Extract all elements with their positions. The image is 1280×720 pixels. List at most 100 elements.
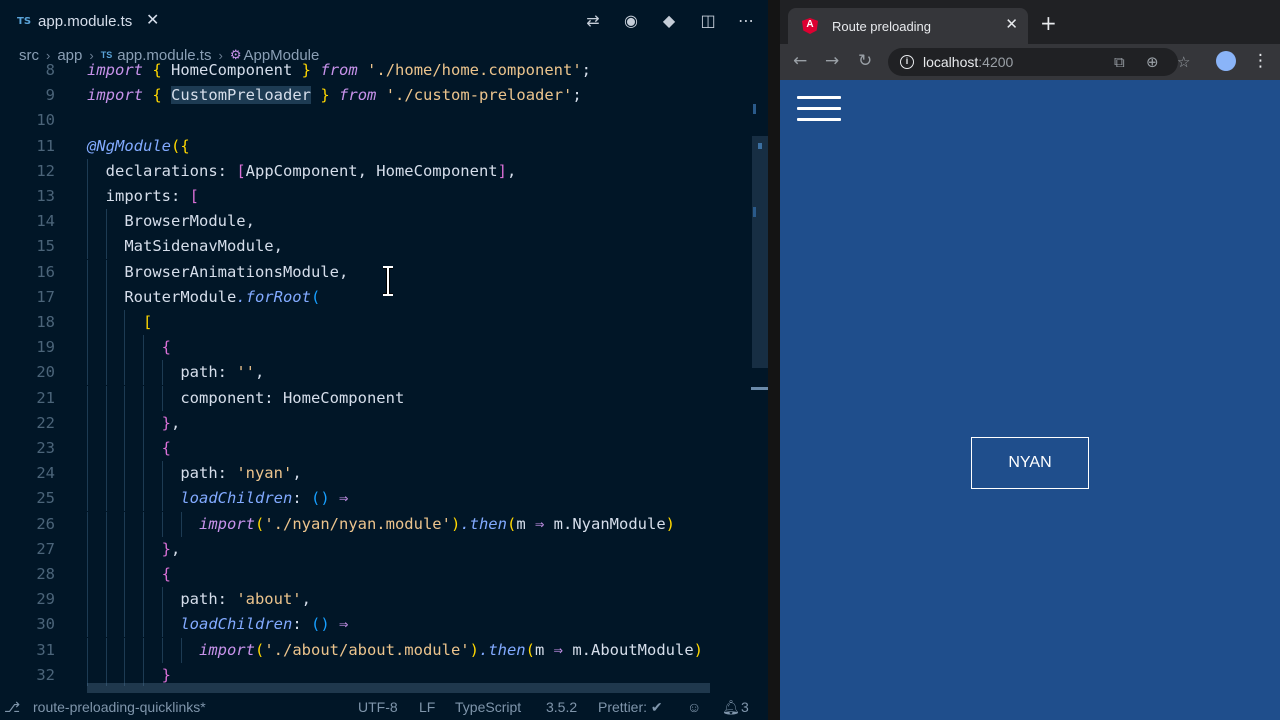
code-text: import('./about/about.module').then(m ⇒ … (198, 640, 704, 659)
code-text: import { CustomPreloader } from './custo… (87, 86, 582, 105)
code-line[interactable]: 27 }, (0, 536, 768, 562)
line-number: 31 (36, 640, 55, 659)
code-line[interactable]: 24 path: 'nyan', (0, 461, 768, 487)
code-line[interactable]: 12 declarations: [AppComponent, HomeComp… (0, 158, 768, 184)
notification-count[interactable]: 3 (741, 699, 749, 715)
window-divider (768, 0, 780, 720)
status-encoding[interactable]: UTF-8 (358, 699, 398, 715)
line-number: 12 (36, 161, 55, 180)
web-page: NYAN (780, 80, 1280, 720)
code-text: path: 'nyan', (87, 464, 302, 483)
forward-icon[interactable]: → (825, 50, 839, 72)
url-port: :4200 (978, 54, 1014, 70)
text-cursor-icon (383, 266, 393, 296)
code-text: BrowserModule, (87, 212, 255, 231)
bookmark-star-icon[interactable]: ☆ (1177, 52, 1190, 72)
code-text: loadChildren: () ⇒ (180, 615, 349, 634)
line-number: 22 (36, 413, 55, 432)
profile-avatar[interactable] (1216, 51, 1236, 71)
editor-tab-bar: TS app.module.ts ✕ ⇄ ◉ ◆ ◫ ⋯ (0, 0, 768, 42)
code-line[interactable]: 10 (0, 108, 768, 133)
browser-menu-icon[interactable]: ⋮ (1252, 49, 1269, 73)
code-text: loadChildren: () ⇒ (180, 489, 349, 508)
status-language[interactable]: TypeScript (455, 699, 521, 715)
code-line[interactable]: 8 import { HomeComponent } from './home/h… (0, 58, 768, 83)
code-line[interactable]: 31 import('./about/about.module').then(m… (0, 637, 768, 663)
code-area[interactable]: 8 import { HomeComponent } from './home/h… (0, 58, 768, 686)
horizontal-scrollbar[interactable] (87, 683, 710, 693)
line-number: 8 (45, 61, 55, 79)
git-icon[interactable]: ◆ (658, 10, 680, 32)
line-number: 23 (36, 439, 55, 457)
browser-window: A Route preloading ✕ + ← → ↻ i localhost… (780, 0, 1280, 720)
line-number: 24 (36, 464, 55, 483)
status-eol[interactable]: LF (419, 699, 435, 715)
status-prettier[interactable]: Prettier: ✔ (598, 699, 663, 716)
site-info-icon[interactable]: i (900, 55, 914, 69)
line-number: 13 (36, 187, 55, 205)
more-icon[interactable]: ⋯ (735, 10, 757, 32)
line-number: 32 (36, 665, 55, 684)
code-text: RouterModule.forRoot( (87, 287, 321, 306)
code-text: BrowserAnimationsModule, (87, 262, 349, 281)
code-line[interactable]: 29 path: 'about', (0, 587, 768, 613)
browser-tab[interactable]: A Route preloading ✕ (788, 8, 1028, 44)
code-line[interactable]: 21 component: HomeComponent (0, 385, 768, 411)
code-line[interactable]: 25 loadChildren: () ⇒ (0, 486, 768, 512)
status-bar: ⎇ route-preloading-quicklinks* UTF-8 LF … (0, 696, 768, 720)
line-number: 30 (36, 615, 55, 634)
reload-icon[interactable]: ↻ (858, 50, 872, 72)
line-number: 11 (36, 136, 55, 155)
code-line[interactable]: 19 { (0, 335, 768, 361)
line-number: 19 (36, 338, 55, 357)
code-text: import('./nyan/nyan.module').then(m ⇒ m.… (198, 514, 676, 533)
typescript-file-icon: TS (17, 15, 32, 27)
eye-icon[interactable]: ◉ (620, 10, 642, 32)
new-tab-icon[interactable]: + (1040, 12, 1057, 34)
overview-ruler (751, 68, 768, 686)
line-number: 10 (36, 111, 55, 130)
code-line[interactable]: 30 loadChildren: () ⇒ (0, 612, 768, 638)
line-number: 9 (45, 86, 55, 105)
code-line[interactable]: 26 import('./nyan/nyan.module').then(m ⇒… (0, 511, 768, 537)
status-branch[interactable]: route-preloading-quicklinks* (33, 699, 206, 715)
back-icon[interactable]: ← (793, 50, 807, 72)
tab-filename: app.module.ts (38, 12, 133, 30)
line-number: 21 (36, 388, 55, 407)
code-line[interactable]: 23 { (0, 436, 768, 461)
code-line[interactable]: 14 BrowserModule, (0, 209, 768, 235)
code-line[interactable]: 20 path: '', (0, 360, 768, 386)
browser-tab-title: Route preloading (832, 18, 932, 34)
code-line[interactable]: 11 @NgModule({ (0, 134, 768, 159)
code-text: [ (143, 313, 153, 331)
feedback-smiley-icon[interactable]: ☺ (687, 699, 701, 715)
hamburger-menu-icon[interactable] (797, 96, 841, 122)
code-text: }, (161, 539, 181, 558)
nyan-button[interactable]: NYAN (971, 437, 1089, 489)
zoom-icon[interactable]: ⊕ (1146, 52, 1159, 72)
branch-icon: ⎇ (4, 699, 21, 715)
code-line[interactable]: 9 import { CustomPreloader } from './cust… (0, 83, 768, 108)
split-editor-icon[interactable]: ◫ (697, 10, 719, 32)
close-tab-icon[interactable]: ✕ (1005, 15, 1018, 33)
close-tab-icon[interactable]: ✕ (146, 11, 159, 29)
address-bar[interactable]: i localhost:4200 (888, 48, 1178, 76)
ruler-mark (753, 104, 756, 114)
ruler-mark (751, 387, 768, 390)
code-line[interactable]: 15 MatSidenavModule, (0, 234, 768, 260)
status-ts-version[interactable]: 3.5.2 (546, 699, 577, 715)
code-text: component: HomeComponent (87, 388, 405, 407)
code-line[interactable]: 13 imports: [ (0, 184, 768, 209)
translate-icon[interactable]: ⧉ (1114, 52, 1125, 72)
bell-icon[interactable]: 🔔︎ (722, 699, 740, 716)
code-line[interactable]: 18 [ (0, 310, 768, 335)
line-number: 25 (36, 489, 55, 508)
editor-tab-app-module[interactable]: TS app.module.ts ✕ (0, 0, 172, 42)
line-number: 20 (36, 363, 55, 382)
code-line[interactable]: 22 }, (0, 410, 768, 436)
browser-tab-strip: A Route preloading ✕ + (780, 0, 1280, 44)
code-line[interactable]: 28 { (0, 562, 768, 587)
git-compare-icon[interactable]: ⇄ (582, 10, 604, 32)
line-number: 29 (36, 590, 55, 609)
code-text: import { HomeComponent } from './home/ho… (87, 61, 592, 79)
